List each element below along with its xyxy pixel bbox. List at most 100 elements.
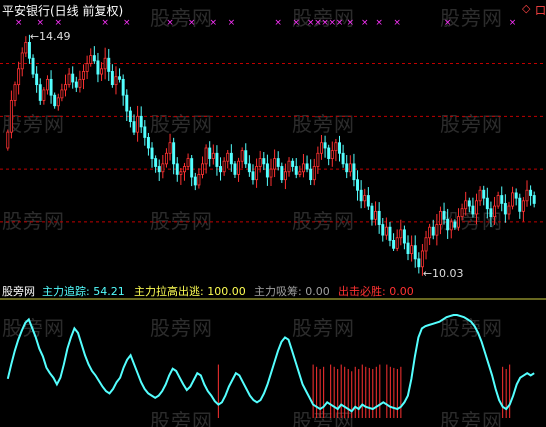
candle — [395, 229, 399, 252]
candle-body — [475, 200, 478, 215]
candle-body — [240, 150, 244, 162]
candle-body — [446, 218, 450, 231]
candle — [114, 66, 118, 95]
candle — [446, 208, 450, 239]
candle — [42, 87, 46, 105]
candle — [38, 78, 42, 105]
candle — [74, 76, 78, 92]
candle-body — [489, 208, 493, 218]
signal-marker: × — [361, 18, 369, 28]
candle-body — [139, 115, 143, 128]
candle — [49, 70, 53, 104]
indicator-item-pump-exit: 主力拉高出逃: 100.00 — [134, 283, 246, 299]
candle-body — [503, 203, 507, 215]
indicator-label: 主力吸筹: — [254, 285, 302, 298]
candle — [24, 36, 28, 57]
candle — [438, 206, 442, 235]
indicator-label: 出击必胜: — [338, 285, 386, 298]
candle-body — [85, 63, 89, 72]
signal-marker: × — [274, 18, 282, 28]
candle-body — [154, 158, 158, 167]
candle-body — [204, 147, 208, 165]
candle — [532, 191, 536, 208]
candle-body — [273, 158, 277, 170]
candle — [276, 151, 280, 171]
candle-body — [291, 160, 295, 167]
candle — [280, 162, 284, 183]
candle-body — [402, 229, 406, 244]
candle-body — [190, 158, 194, 178]
candle — [100, 62, 104, 81]
candle — [161, 154, 165, 179]
candle-body — [179, 171, 183, 175]
signal-marker: × — [444, 18, 452, 28]
candle — [13, 81, 17, 107]
candle-body — [244, 150, 248, 165]
candle — [262, 152, 266, 171]
candle-body — [82, 71, 85, 80]
candle-body — [219, 166, 223, 173]
candle — [294, 158, 298, 179]
candle-body — [485, 197, 489, 210]
candle — [103, 47, 107, 80]
signal-marker: × — [210, 18, 218, 28]
candle — [298, 165, 302, 178]
candle — [348, 155, 352, 177]
candle-body — [366, 195, 370, 207]
candle — [529, 185, 533, 206]
candle-body — [417, 258, 421, 268]
indicator-value: 100.00 — [207, 285, 246, 298]
high-price-label: 14.49 — [39, 29, 71, 43]
candle-body — [107, 57, 111, 72]
candle — [493, 196, 497, 225]
signal-marker: × — [55, 18, 63, 28]
candle — [186, 153, 190, 171]
candle-body — [60, 89, 64, 99]
candle-body — [175, 163, 179, 175]
candle — [338, 135, 341, 162]
candle-body — [56, 97, 60, 107]
signal-marker: × — [101, 18, 109, 28]
candle — [208, 141, 212, 167]
candle-body — [511, 192, 515, 207]
candle — [475, 193, 478, 225]
candle — [78, 70, 82, 93]
candle-body — [424, 237, 428, 252]
candle — [388, 221, 392, 247]
candle — [64, 74, 67, 97]
candle — [334, 138, 338, 162]
candle — [435, 214, 439, 246]
signal-marker: × — [228, 18, 236, 28]
candle-body — [298, 171, 302, 175]
candle-body — [125, 94, 129, 112]
candle — [136, 105, 140, 142]
indicator-value: 0.00 — [389, 285, 414, 298]
candle-body — [410, 245, 414, 254]
candle-body — [330, 150, 334, 159]
candle-body — [233, 163, 237, 175]
candle — [20, 47, 24, 77]
candle-body — [467, 200, 471, 207]
candle — [71, 66, 75, 89]
candle — [139, 106, 143, 134]
candle-body — [128, 110, 132, 123]
candle-body — [319, 142, 323, 154]
candle — [31, 54, 35, 78]
candle-body — [132, 121, 136, 133]
candle-body — [118, 76, 122, 80]
candle-body — [13, 84, 17, 101]
candle — [410, 235, 414, 262]
candle-body — [269, 168, 273, 178]
candle — [17, 61, 21, 95]
candle-body — [453, 221, 457, 228]
candle — [305, 155, 309, 173]
signal-marker: × — [393, 18, 401, 28]
candle — [233, 161, 237, 178]
stock-chart-window: { "title": "平安银行(日线 前复权)", "controls": {… — [0, 0, 546, 427]
candle — [363, 188, 367, 208]
candle — [201, 156, 204, 179]
candle — [193, 172, 197, 191]
candle — [518, 193, 522, 219]
candle-body — [78, 78, 82, 88]
candle-body — [464, 200, 468, 210]
